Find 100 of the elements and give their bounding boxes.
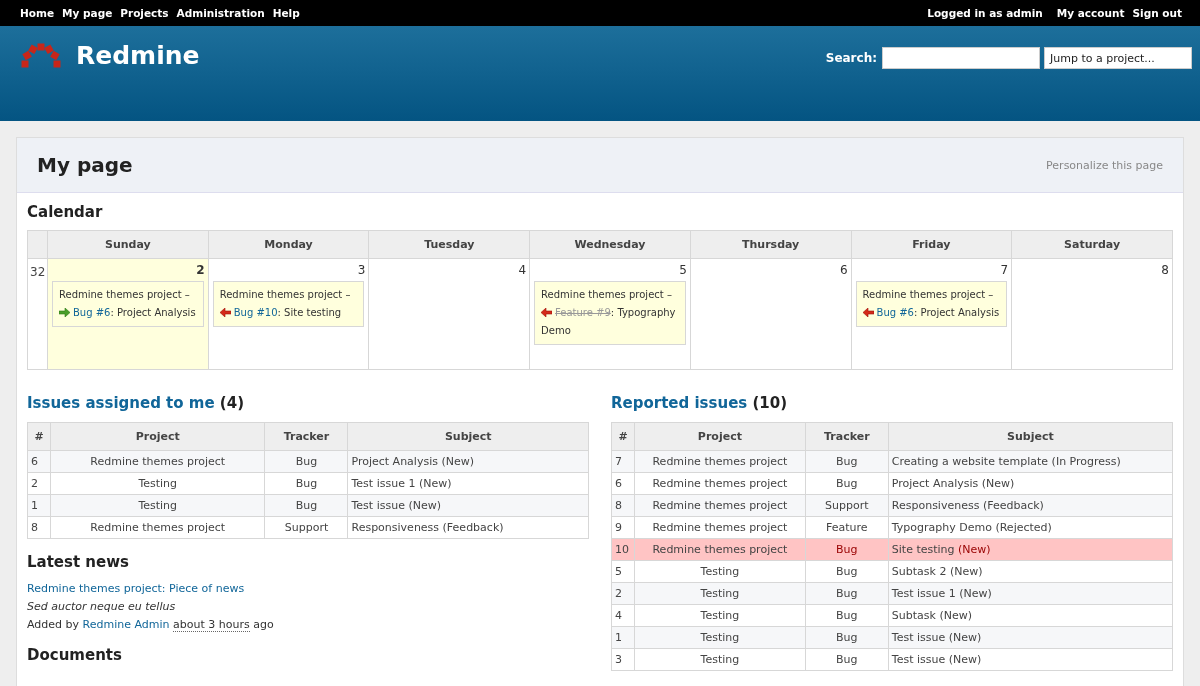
table-cell: Test issue (New) bbox=[348, 494, 589, 517]
table-cell: Subtask 2 (New) bbox=[888, 560, 1173, 583]
table-cell: Redmine themes project bbox=[50, 450, 265, 473]
table-cell: 2 bbox=[27, 472, 51, 495]
column-header: Project bbox=[634, 422, 806, 451]
calendar-event: Redmine themes project – Bug #10: Site testing bbox=[212, 281, 365, 327]
table-cell: Bug bbox=[805, 648, 889, 671]
weekday-header: Monday bbox=[208, 230, 369, 259]
issue-link[interactable]: Bug #6 bbox=[876, 307, 914, 318]
table-cell: Project Analysis (New) bbox=[888, 472, 1173, 495]
table-cell: Testing bbox=[50, 472, 265, 495]
issue-row[interactable]: 6 Redmine themes project Bug Project Analysis (New) bbox=[27, 450, 589, 473]
day-number: 3 bbox=[356, 262, 367, 279]
issue-row[interactable]: 6 Redmine themes project Bug Project Analysis (New) bbox=[611, 472, 1173, 495]
menu-link[interactable]: My page bbox=[62, 7, 113, 19]
table-cell: Testing bbox=[634, 626, 806, 649]
news-title-link[interactable]: Redmine themes project: Piece of news bbox=[27, 581, 589, 596]
table-cell: Bug bbox=[805, 560, 889, 583]
table-cell: Testing bbox=[634, 582, 806, 605]
author-link[interactable]: Redmine Admin bbox=[82, 618, 170, 631]
weekday-header: Wednesday bbox=[529, 230, 691, 259]
left-arrow-icon bbox=[862, 308, 874, 317]
account-link[interactable]: Sign out bbox=[1132, 7, 1182, 19]
menu-link[interactable]: Administration bbox=[176, 7, 265, 19]
section-heading: Latest news bbox=[27, 553, 130, 571]
table-cell: Support bbox=[265, 516, 348, 539]
table-cell: 7 bbox=[611, 450, 635, 473]
table-cell: Bug bbox=[265, 472, 348, 495]
issue-row[interactable]: 1 Testing Bug Test issue (New) bbox=[27, 494, 589, 517]
calendar-event: Redmine themes project – Bug #6: Project Analysis bbox=[855, 281, 1008, 327]
issue-row[interactable]: 9 Redmine themes project Feature Typography Demo (Rejected) bbox=[611, 516, 1173, 539]
table-cell: Redmine themes project bbox=[634, 494, 806, 517]
right-arrow-icon bbox=[59, 308, 70, 317]
menu-link[interactable]: Home bbox=[20, 7, 55, 19]
table-cell: 2 bbox=[611, 582, 635, 605]
issue-row[interactable]: 3 Testing Bug Test issue (New) bbox=[611, 648, 1173, 671]
site-title: Redmine bbox=[76, 40, 200, 70]
section-heading: Calendar bbox=[27, 203, 104, 221]
table-cell: 3 bbox=[611, 648, 635, 671]
issue-row[interactable]: 2 Testing Bug Test issue 1 (New) bbox=[27, 472, 589, 495]
column-header: # bbox=[27, 422, 51, 451]
issue-link[interactable]: Bug #10 bbox=[233, 307, 278, 318]
weekday-header: Sunday bbox=[47, 230, 209, 259]
column-header: Subject bbox=[888, 422, 1173, 451]
project-jump-field[interactable]: Jump to a project... bbox=[1044, 47, 1192, 69]
issue-row[interactable]: 4 Testing Bug Subtask (New) bbox=[611, 604, 1173, 627]
section-link[interactable]: Issues assigned to me bbox=[27, 394, 215, 412]
issue-count: (4) bbox=[219, 394, 244, 412]
issue-row[interactable]: 8 Redmine themes project Support Responsiveness (Feedback) bbox=[611, 494, 1173, 517]
issue-row[interactable]: 1 Testing Bug Test issue (New) bbox=[611, 626, 1173, 649]
table-cell: 1 bbox=[27, 494, 51, 517]
table-cell: 1 bbox=[611, 626, 635, 649]
search-label: Search: bbox=[825, 51, 877, 65]
table-cell: 8 bbox=[611, 494, 635, 517]
table-cell: 4 bbox=[611, 604, 635, 627]
table-cell: Responsiveness (Feedback) bbox=[888, 494, 1173, 517]
table-cell: Project Analysis (New) bbox=[348, 450, 589, 473]
issue-row[interactable]: 8 Redmine themes project Support Responsiveness (Feedback) bbox=[27, 516, 589, 539]
menu-link[interactable]: Projects bbox=[120, 7, 169, 19]
weekday-header: Friday bbox=[851, 230, 1012, 259]
table-cell: Redmine themes project bbox=[634, 472, 806, 495]
table-cell: 5 bbox=[611, 560, 635, 583]
table-cell: Bug bbox=[805, 604, 889, 627]
column-header: Tracker bbox=[265, 422, 348, 451]
table-cell: Testing bbox=[634, 648, 806, 671]
table-cell: Creating a website template (In Progress) bbox=[888, 450, 1173, 473]
day-number: 4 bbox=[517, 262, 528, 279]
account-link[interactable]: My account bbox=[1056, 7, 1125, 19]
section-heading: Documents bbox=[27, 646, 123, 664]
table-cell: Responsiveness (Feedback) bbox=[348, 516, 589, 539]
table-cell: 6 bbox=[27, 450, 51, 473]
table-cell: 9 bbox=[611, 516, 635, 539]
day-number: 6 bbox=[838, 262, 849, 279]
table-cell: Test issue (New) bbox=[888, 626, 1173, 649]
menu-link[interactable]: Help bbox=[272, 7, 300, 19]
column-header: Tracker bbox=[805, 422, 889, 451]
table-cell: Test issue (New) bbox=[888, 648, 1173, 671]
table-cell: Typography Demo (Rejected) bbox=[888, 516, 1173, 539]
issue-row[interactable]: 7 Redmine themes project Bug Creating a website template (In Progress) bbox=[611, 450, 1173, 473]
weekday-header: Tuesday bbox=[368, 230, 530, 259]
column-header: Subject bbox=[348, 422, 589, 451]
table-cell: Redmine themes project bbox=[634, 450, 806, 473]
search-field[interactable] bbox=[882, 47, 1040, 69]
column-header: Project bbox=[50, 422, 265, 451]
table-cell: Subtask (New) bbox=[888, 604, 1173, 627]
issue-row[interactable]: 5 Testing Bug Subtask 2 (New) bbox=[611, 560, 1173, 583]
news-byline: Added by Redmine Admin about 3 hours ago bbox=[27, 617, 275, 632]
section-link[interactable]: Reported issues bbox=[611, 394, 748, 412]
issue-row[interactable]: 10 Redmine themes project Bug Site testing (New) bbox=[611, 538, 1173, 561]
table-cell: Bug bbox=[805, 472, 889, 495]
calendar-event: Redmine themes project – Feature #9: Typography Demo bbox=[534, 281, 686, 345]
login-status: Logged in as admin bbox=[927, 7, 1043, 19]
day-number: 5 bbox=[678, 262, 688, 279]
table-cell: 8 bbox=[27, 516, 51, 539]
issue-row[interactable]: 2 Testing Bug Test issue 1 (New) bbox=[611, 582, 1173, 605]
table-cell: Redmine themes project bbox=[634, 538, 806, 561]
table-cell: 10 bbox=[611, 538, 635, 561]
table-cell: Testing bbox=[634, 560, 806, 583]
issue-count: (10) bbox=[752, 394, 788, 412]
left-arrow-icon bbox=[219, 308, 231, 317]
